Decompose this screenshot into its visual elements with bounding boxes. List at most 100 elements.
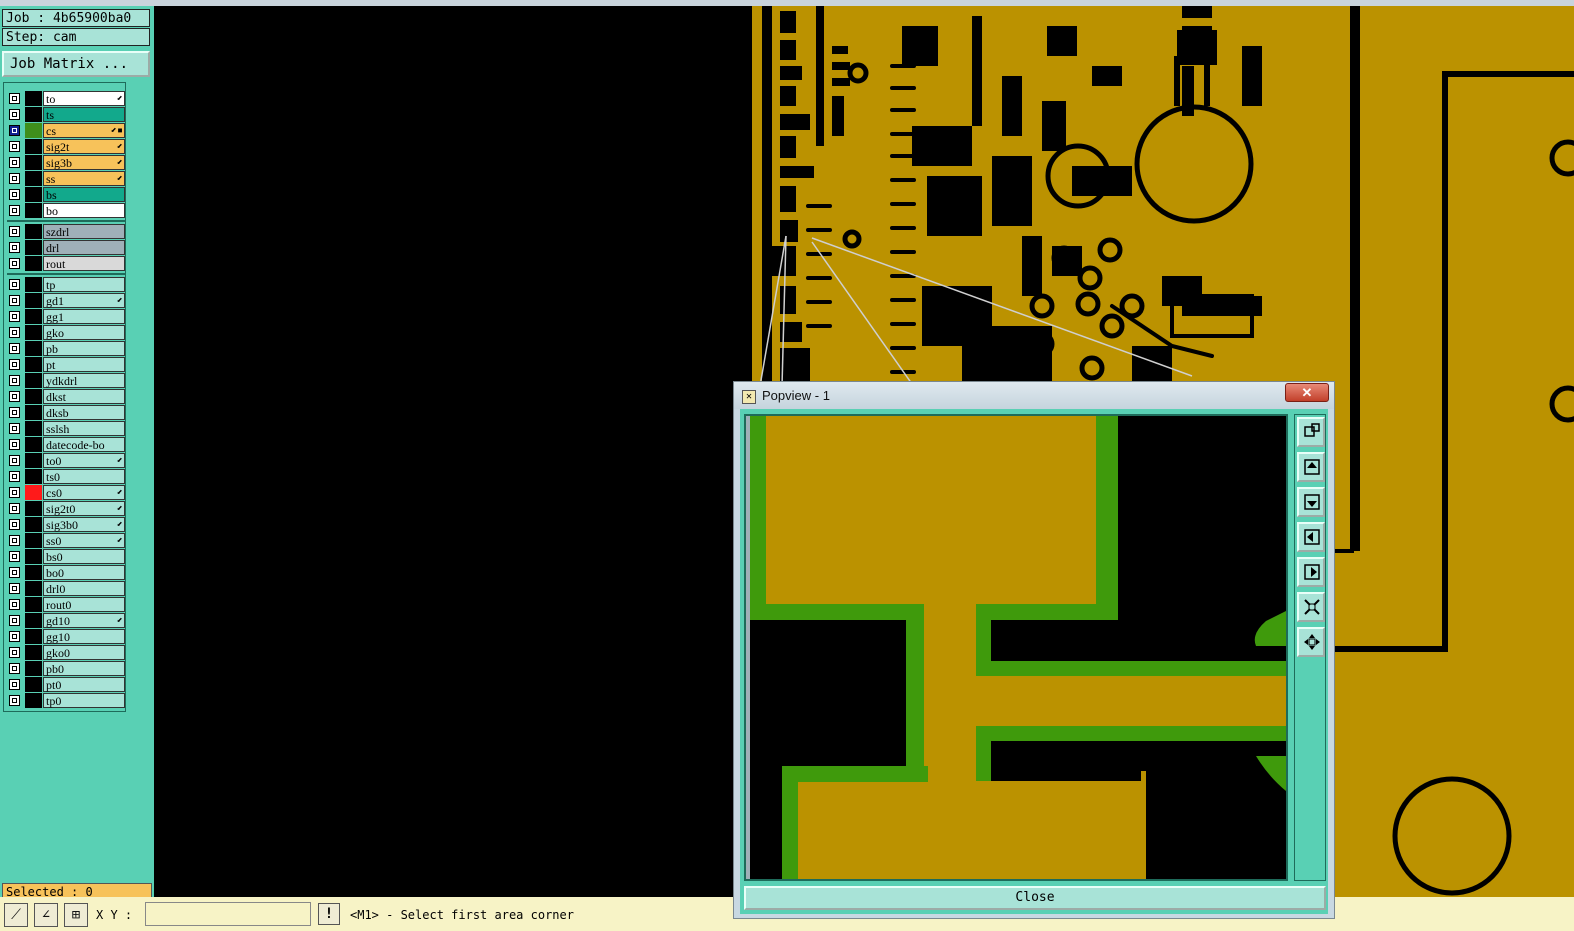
layer-row-pb[interactable]: pb [7,341,125,356]
layer-affected-swatch[interactable] [25,203,42,218]
layer-affected-swatch[interactable] [25,533,42,548]
layer-checkbox[interactable] [9,647,20,658]
layer-row-pb0[interactable]: pb0 [7,661,125,676]
layer-row-tp0[interactable]: tp0 [7,693,125,708]
layer-affected-swatch[interactable] [25,373,42,388]
layer-row-sig2t0[interactable]: sig2t0 ⬋ [7,501,125,516]
layer-row-gd10[interactable]: gd10 ⬋ [7,613,125,628]
layer-affected-swatch[interactable] [25,405,42,420]
layer-name[interactable]: ss0 [43,533,125,548]
layer-row-szdrl[interactable]: szdrl [7,224,125,239]
layer-checkbox[interactable] [9,157,20,168]
layer-row-pt0[interactable]: pt0 [7,677,125,692]
layer-checkbox[interactable] [9,695,20,706]
pan-right-icon[interactable] [1297,557,1325,587]
layer-row-drl[interactable]: drl [7,240,125,255]
layer-name[interactable]: gko0 [43,645,125,660]
layer-name[interactable]: sig3b0 [43,517,125,532]
layer-affected-swatch[interactable] [25,224,42,239]
layer-name[interactable]: sig2t0 [43,501,125,516]
layer-row-ts0[interactable]: ts0 [7,469,125,484]
layer-name[interactable]: to0 [43,453,125,468]
layer-affected-swatch[interactable] [25,645,42,660]
layer-name[interactable]: tp [43,277,125,292]
layer-checkbox[interactable] [9,327,20,338]
layer-affected-swatch[interactable] [25,341,42,356]
pan-left-icon[interactable] [1297,522,1325,552]
layer-row-sig2t[interactable]: sig2t ⬋ [7,139,125,154]
layer-row-gd1[interactable]: gd1 ⬋ [7,293,125,308]
layer-row-to0[interactable]: to0 ⬋ [7,453,125,468]
layer-row-gg1[interactable]: gg1 [7,309,125,324]
layer-checkbox[interactable] [9,567,20,578]
layer-row-gko[interactable]: gko [7,325,125,340]
close-icon[interactable]: ✕ [1285,383,1329,402]
layer-row-bo[interactable]: bo [7,203,125,218]
layer-checkbox[interactable] [9,295,20,306]
layer-affected-swatch[interactable] [25,677,42,692]
layer-row-bs[interactable]: bs [7,187,125,202]
layer-row-cs[interactable]: cs ⬋▪ [7,123,125,138]
layer-checkbox[interactable] [9,173,20,184]
layer-affected-swatch[interactable] [25,661,42,676]
layer-name[interactable]: dksb [43,405,125,420]
layer-checkbox[interactable] [9,519,20,530]
layer-row-bo0[interactable]: bo0 [7,565,125,580]
grid-snap-icon[interactable]: ⊞ [64,903,88,927]
layer-affected-swatch[interactable] [25,485,42,500]
layer-affected-swatch[interactable] [25,501,42,516]
layer-name[interactable]: bs0 [43,549,125,564]
layer-name[interactable]: ydkdrl [43,373,125,388]
layer-checkbox[interactable] [9,551,20,562]
layer-affected-swatch[interactable] [25,693,42,708]
layer-name[interactable]: pt [43,357,125,372]
layer-checkbox[interactable] [9,663,20,674]
layer-name[interactable]: dkst [43,389,125,404]
layer-name[interactable]: to [43,91,125,106]
layer-name[interactable]: cs0 [43,485,125,500]
layer-affected-swatch[interactable] [25,549,42,564]
layer-row-tp[interactable]: tp [7,277,125,292]
zoom-window-icon[interactable] [1297,417,1325,447]
layer-checkbox[interactable] [9,631,20,642]
job-matrix-button[interactable]: Job Matrix ... [2,51,150,77]
layer-affected-swatch[interactable] [25,421,42,436]
layer-affected-swatch[interactable] [25,469,42,484]
layer-row-sig3b[interactable]: sig3b ⬋ [7,155,125,170]
layer-name[interactable]: rout0 [43,597,125,612]
layer-checkbox[interactable] [9,407,20,418]
layer-affected-swatch[interactable] [25,91,42,106]
layer-checkbox[interactable] [9,423,20,434]
layer-name[interactable]: sslsh [43,421,125,436]
layer-name[interactable]: bo [43,203,125,218]
layer-name[interactable]: gko [43,325,125,340]
layer-row-ydkdrl[interactable]: ydkdrl [7,373,125,388]
layer-affected-swatch[interactable] [25,597,42,612]
layer-checkbox[interactable] [9,487,20,498]
layer-name[interactable]: drl0 [43,581,125,596]
layer-checkbox[interactable] [9,391,20,402]
layer-row-dkst[interactable]: dkst [7,389,125,404]
layer-affected-swatch[interactable] [25,171,42,186]
layer-affected-swatch[interactable] [25,325,42,340]
layer-affected-swatch[interactable] [25,565,42,580]
layer-checkbox[interactable] [9,439,20,450]
popview-titlebar[interactable]: ✕ Popview - 1 ✕ [734,382,1334,409]
layer-name[interactable]: gg1 [43,309,125,324]
layer-affected-swatch[interactable] [25,107,42,122]
layer-checkbox[interactable] [9,583,20,594]
layer-checkbox[interactable] [9,535,20,546]
measure-icon[interactable]: ∠ [34,903,58,927]
layer-row-rout[interactable]: rout [7,256,125,271]
layer-checkbox[interactable] [9,93,20,104]
layer-name[interactable]: sig2t [43,139,125,154]
layer-name[interactable]: pb [43,341,125,356]
layer-row-sig3b0[interactable]: sig3b0 ⬋ [7,517,125,532]
layer-name[interactable]: ss [43,171,125,186]
layer-affected-swatch[interactable] [25,256,42,271]
layer-row-to[interactable]: to ⬋ [7,91,125,106]
layer-affected-swatch[interactable] [25,240,42,255]
layer-affected-swatch[interactable] [25,357,42,372]
layer-affected-swatch[interactable] [25,453,42,468]
layer-name[interactable]: ts [43,107,125,122]
